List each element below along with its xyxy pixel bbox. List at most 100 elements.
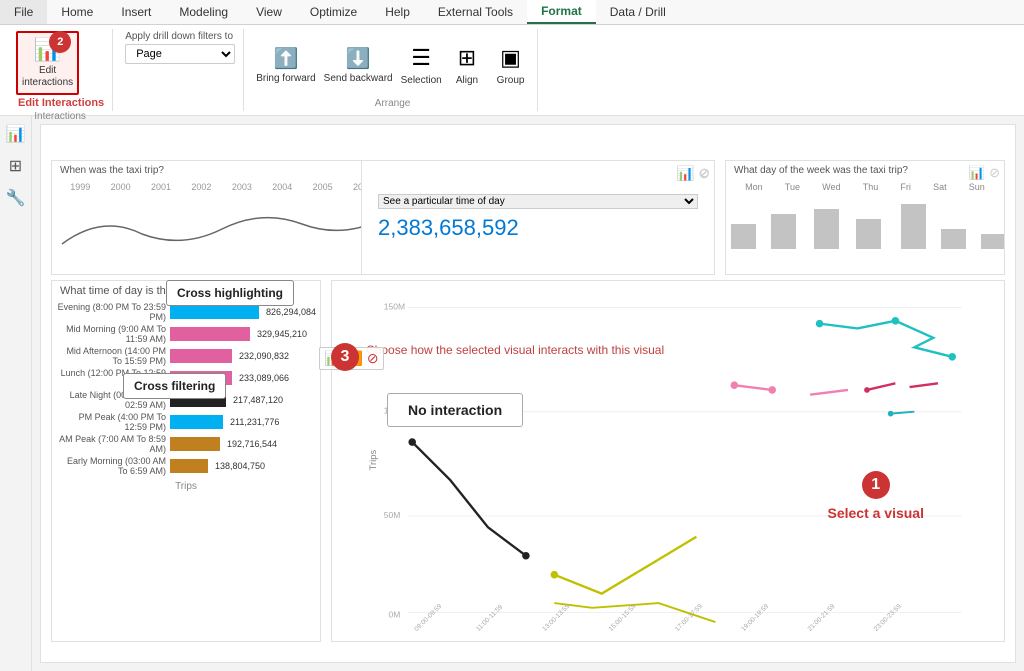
svg-text:11:00-11:59: 11:00-11:59 — [475, 603, 504, 632]
bar-fill-1 — [170, 327, 250, 341]
svg-text:13:00-13:59: 13:00-13:59 — [541, 603, 571, 633]
bar-fill-0 — [170, 305, 259, 319]
choose-text: Choose how the selected visual interacts… — [366, 343, 664, 357]
tab-data-drill[interactable]: Data / Drill — [596, 0, 680, 24]
drill-select[interactable]: Page — [125, 44, 235, 64]
group-button[interactable]: ▣ — [492, 41, 529, 75]
tab-view[interactable]: View — [242, 0, 296, 24]
cross-highlighting-text: Cross highlighting — [177, 286, 283, 300]
group-interactions-items: 📊 2 Editinteractions — [16, 31, 104, 95]
left-sidebar: 📊 ⊞ 🔧 — [0, 116, 32, 671]
dow-icons: 📊 ⊘ — [969, 165, 1000, 181]
group-icon: ▣ — [500, 45, 521, 71]
edit-interactions-button[interactable]: 📊 2 Editinteractions — [16, 31, 79, 95]
bar-chart[interactable]: What time of day is the busiest? Evening… — [51, 280, 321, 642]
ribbon-tabs: File Home Insert Modeling View Optimize … — [0, 0, 1024, 25]
align-button[interactable]: ⊞ — [450, 41, 484, 75]
align-label: Align — [456, 75, 478, 86]
top-chart-icons: 📊 ⊘ — [677, 165, 710, 182]
tab-external-tools[interactable]: External Tools — [424, 0, 527, 24]
cross-highlighting-callout: Cross highlighting — [166, 280, 294, 306]
svg-text:150M: 150M — [384, 301, 405, 311]
ribbon: File Home Insert Modeling View Optimize … — [0, 0, 1024, 116]
select-visual-label: Select a visual — [827, 505, 924, 521]
bar-fill-7 — [170, 459, 208, 473]
none-icon[interactable]: ⊘ — [367, 350, 379, 367]
tab-modeling[interactable]: Modeling — [165, 0, 242, 24]
group-drill: Apply drill down filters to Page — [117, 29, 244, 111]
tab-insert[interactable]: Insert — [107, 0, 165, 24]
align-icon: ⊞ — [458, 45, 476, 71]
bar-row-7: Early Morning (03:00 AM To 6:59 AM) 138,… — [52, 455, 320, 477]
step3-badge: 3 — [331, 343, 359, 371]
cross-icon[interactable]: ⊘ — [698, 165, 710, 182]
svg-text:17:00-17:59: 17:00-17:59 — [674, 603, 704, 633]
svg-text:19:00-19:59: 19:00-19:59 — [740, 603, 770, 633]
no-interaction-text: No interaction — [408, 402, 502, 418]
send-backward-container: ⬇️ Send backward — [324, 44, 393, 84]
cross-filtering-callout: Cross filtering — [123, 373, 226, 399]
edit-interactions-text: Edit Interactions — [18, 97, 104, 109]
group-container: ▣ Group — [492, 41, 529, 86]
sidebar-chart-icon[interactable]: 📊 — [6, 124, 26, 144]
bar-row-6: AM Peak (7:00 AM To 8:59 AM) 192,716,544 — [52, 433, 320, 455]
no-interaction-callout: No interaction — [387, 393, 523, 427]
kpi-card[interactable]: See a particular time of day 2,383,658,5… — [361, 160, 715, 275]
canvas-area: 📊 ⊞ 🔧 When was the taxi trip? 1999200020… — [0, 116, 1024, 671]
svg-text:50M: 50M — [384, 510, 401, 520]
align-container: ⊞ Align — [450, 41, 484, 86]
kpi-time-filter: See a particular time of day — [378, 194, 698, 209]
send-backward-label: Send backward — [324, 73, 393, 84]
tab-home[interactable]: Home — [47, 0, 107, 24]
step2-badge: 2 — [49, 31, 71, 53]
selection-button[interactable]: ☰ — [403, 41, 439, 75]
report-canvas: When was the taxi trip? 1999200020012002… — [40, 124, 1016, 663]
dow-chart[interactable]: What day of the week was the taxi trip? … — [725, 160, 1005, 275]
dow-days: MonTueWedThuFriSatSun — [726, 180, 1004, 194]
time-filter-select[interactable]: See a particular time of day — [378, 194, 698, 209]
bar-fill-6 — [170, 437, 220, 451]
tab-optimize[interactable]: Optimize — [296, 0, 371, 24]
bar-x-label: Trips — [52, 481, 320, 492]
drill-label: Apply drill down filters to — [125, 31, 233, 42]
bar-fill-5 — [170, 415, 223, 429]
svg-text:0M: 0M — [389, 609, 401, 619]
sidebar-grid-icon[interactable]: ⊞ — [9, 156, 22, 176]
cross-filtering-text: Cross filtering — [134, 379, 215, 393]
bring-forward-button[interactable]: ⬆️ — [266, 44, 306, 73]
bar-icon[interactable]: 📊 — [677, 165, 694, 182]
step3-container: 3 — [331, 343, 359, 371]
bar-row-2: Mid Afternoon (14:00 PM To 15:59 PM) 232… — [52, 345, 320, 367]
dow-title: What day of the week was the taxi trip? — [726, 161, 1004, 180]
arrange-group-label: Arrange — [256, 98, 529, 109]
sidebar-filter-icon[interactable]: 🔧 — [6, 188, 26, 208]
send-backward-icon: ⬇️ — [346, 46, 371, 71]
tab-file[interactable]: File — [0, 0, 47, 24]
svg-text:21:00-21:59: 21:00-21:59 — [807, 603, 837, 633]
bar-row-1: Mid Morning (9:00 AM To 11:59 AM) 329,94… — [52, 323, 320, 345]
svg-text:Trips: Trips — [368, 450, 379, 471]
scatter-area[interactable]: Trips 150M 100M 50M 0M — [331, 280, 1005, 642]
dow-chart-svg — [726, 194, 1004, 254]
dow-cross-icon[interactable]: ⊘ — [989, 165, 1000, 181]
selection-label: Selection — [401, 75, 442, 86]
scatter-svg: Trips 150M 100M 50M 0M — [332, 281, 1004, 641]
ribbon-content: 📊 2 Editinteractions Edit Interactions I… — [0, 25, 1024, 115]
tab-help[interactable]: Help — [371, 0, 424, 24]
step1-badge: 1 — [862, 471, 890, 499]
group-interactions: 📊 2 Editinteractions Edit Interactions I… — [8, 29, 113, 111]
send-backward-button[interactable]: ⬇️ — [338, 44, 378, 73]
selection-icon: ☰ — [411, 45, 431, 71]
group-arrange: ⬆️ Bring forward ⬇️ Send backward ☰ S — [248, 29, 538, 111]
bar-row-5: PM Peak (4:00 PM To 12:59 PM) 211,231,77… — [52, 411, 320, 433]
selection-container: ☰ Selection — [401, 41, 442, 86]
group-label: Group — [497, 75, 525, 86]
svg-text:09:00-09:59: 09:00-09:59 — [413, 603, 443, 633]
bring-forward-container: ⬆️ Bring forward — [256, 44, 315, 84]
dow-bar-icon[interactable]: 📊 — [969, 165, 985, 181]
kpi-value: 2,383,658,592 — [378, 215, 698, 241]
bring-forward-label: Bring forward — [256, 73, 315, 84]
select-visual-callout: 1 Select a visual — [827, 471, 924, 521]
tab-format[interactable]: Format — [527, 0, 596, 24]
bar-fill-2 — [170, 349, 232, 363]
